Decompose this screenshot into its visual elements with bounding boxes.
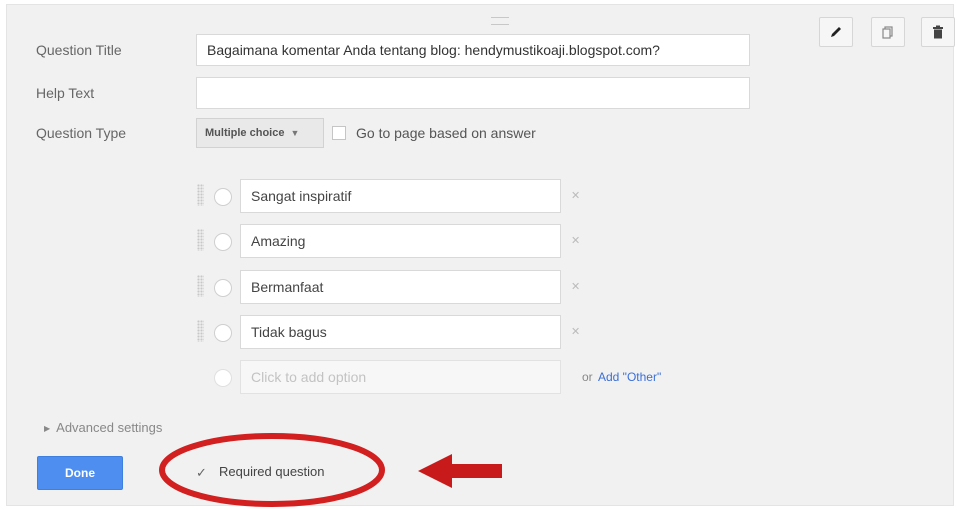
add-other-link[interactable]: Add "Other" <box>598 370 661 384</box>
advanced-settings-label: Advanced settings <box>56 420 163 435</box>
option-input[interactable]: Amazing <box>240 224 561 258</box>
radio-icon <box>214 279 232 297</box>
radio-icon <box>214 324 232 342</box>
delete-button[interactable] <box>921 17 955 47</box>
duplicate-button[interactable] <box>871 17 905 47</box>
advanced-settings-toggle[interactable]: ▶ Advanced settings <box>44 420 162 435</box>
go-to-page-label: Go to page based on answer <box>356 125 536 141</box>
triangle-right-icon: ▶ <box>44 424 51 434</box>
option-input[interactable]: Sangat inspiratif <box>240 179 561 213</box>
question-title-label: Question Title <box>36 42 122 58</box>
remove-option-icon[interactable]: ✕ <box>571 280 580 293</box>
question-type-select[interactable]: Multiple choice ▼ <box>196 118 324 148</box>
option-input[interactable]: Tidak bagus <box>240 315 561 349</box>
required-checkbox[interactable]: ✓ <box>196 465 207 481</box>
trash-icon <box>933 25 943 39</box>
duplicate-icon <box>882 26 893 39</box>
drag-grip-icon[interactable] <box>491 17 509 25</box>
go-to-page-checkbox[interactable] <box>332 126 346 140</box>
option-input[interactable]: Bermanfaat <box>240 270 561 304</box>
drag-handle-icon[interactable] <box>197 275 204 297</box>
required-question-label: Required question <box>219 464 325 479</box>
chevron-down-icon: ▼ <box>290 128 300 138</box>
question-type-value: Multiple choice <box>205 127 285 139</box>
add-option-input[interactable]: Click to add option <box>240 360 561 394</box>
edit-button[interactable] <box>819 17 853 47</box>
radio-icon <box>214 369 232 387</box>
question-title-input[interactable]: Bagaimana komentar Anda tentang blog: he… <box>196 34 750 66</box>
help-text-label: Help Text <box>36 85 95 101</box>
radio-icon <box>214 233 232 251</box>
question-type-label: Question Type <box>36 125 127 141</box>
pencil-icon <box>831 27 841 37</box>
drag-handle-icon[interactable] <box>197 229 204 251</box>
remove-option-icon[interactable]: ✕ <box>571 189 580 202</box>
radio-icon <box>214 188 232 206</box>
remove-option-icon[interactable]: ✕ <box>571 325 580 338</box>
help-text-input[interactable] <box>196 77 750 109</box>
or-text: or <box>582 370 593 384</box>
drag-handle-icon[interactable] <box>197 320 204 342</box>
remove-option-icon[interactable]: ✕ <box>571 234 580 247</box>
drag-handle-icon[interactable] <box>197 184 204 206</box>
done-button[interactable]: Done <box>37 456 123 490</box>
